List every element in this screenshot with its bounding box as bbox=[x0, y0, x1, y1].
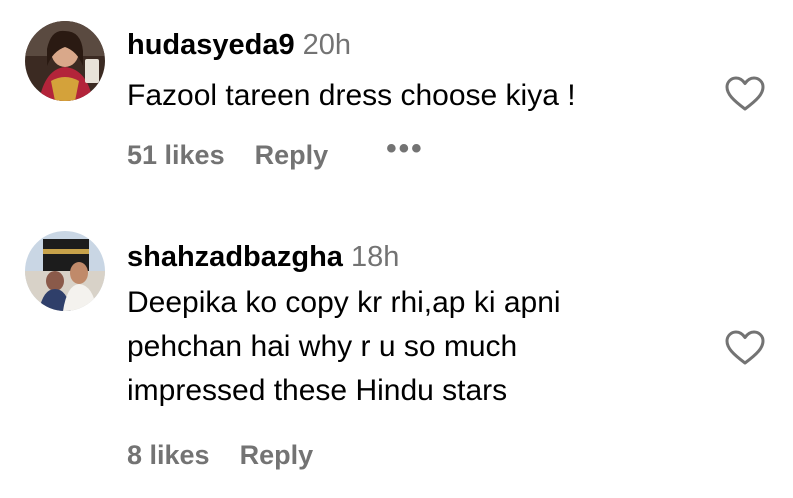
more-options-icon[interactable]: ••• bbox=[386, 132, 424, 166]
username-link[interactable]: hudasyeda9 bbox=[127, 29, 295, 61]
comment-text: Deepika ko copy kr rhi,ap ki apni pehcha… bbox=[127, 281, 561, 413]
heart-outline-icon[interactable] bbox=[725, 76, 765, 112]
reply-button[interactable]: Reply bbox=[255, 138, 329, 172]
comment-text-line: Deepika ko copy kr rhi,ap ki apni bbox=[127, 286, 561, 319]
username-link[interactable]: shahzadbazgha bbox=[127, 241, 343, 273]
comment-text: Fazool tareen dress choose kiya ! bbox=[127, 74, 576, 118]
comment-actions: 8 likes Reply bbox=[127, 438, 313, 472]
likes-count-button[interactable]: 8 likes bbox=[127, 438, 210, 472]
reply-button[interactable]: Reply bbox=[240, 438, 314, 472]
heart-outline-icon[interactable] bbox=[725, 330, 765, 366]
comment-text-line: pehchan hai why r u so much bbox=[127, 330, 518, 363]
comment-timestamp[interactable]: 18h bbox=[351, 241, 399, 273]
comment-text-line: Fazool tareen dress choose kiya ! bbox=[127, 79, 576, 112]
comment-actions: 51 likes Reply ••• bbox=[127, 132, 424, 172]
likes-count-button[interactable]: 51 likes bbox=[127, 138, 225, 172]
comment-text-line: impressed these Hindu stars bbox=[127, 374, 508, 407]
avatar[interactable] bbox=[25, 231, 105, 311]
comment-timestamp[interactable]: 20h bbox=[303, 29, 351, 61]
comment-header: shahzadbazgha 18h bbox=[127, 240, 399, 274]
avatar[interactable] bbox=[25, 21, 105, 101]
comment-header: hudasyeda9 20h bbox=[127, 28, 351, 62]
